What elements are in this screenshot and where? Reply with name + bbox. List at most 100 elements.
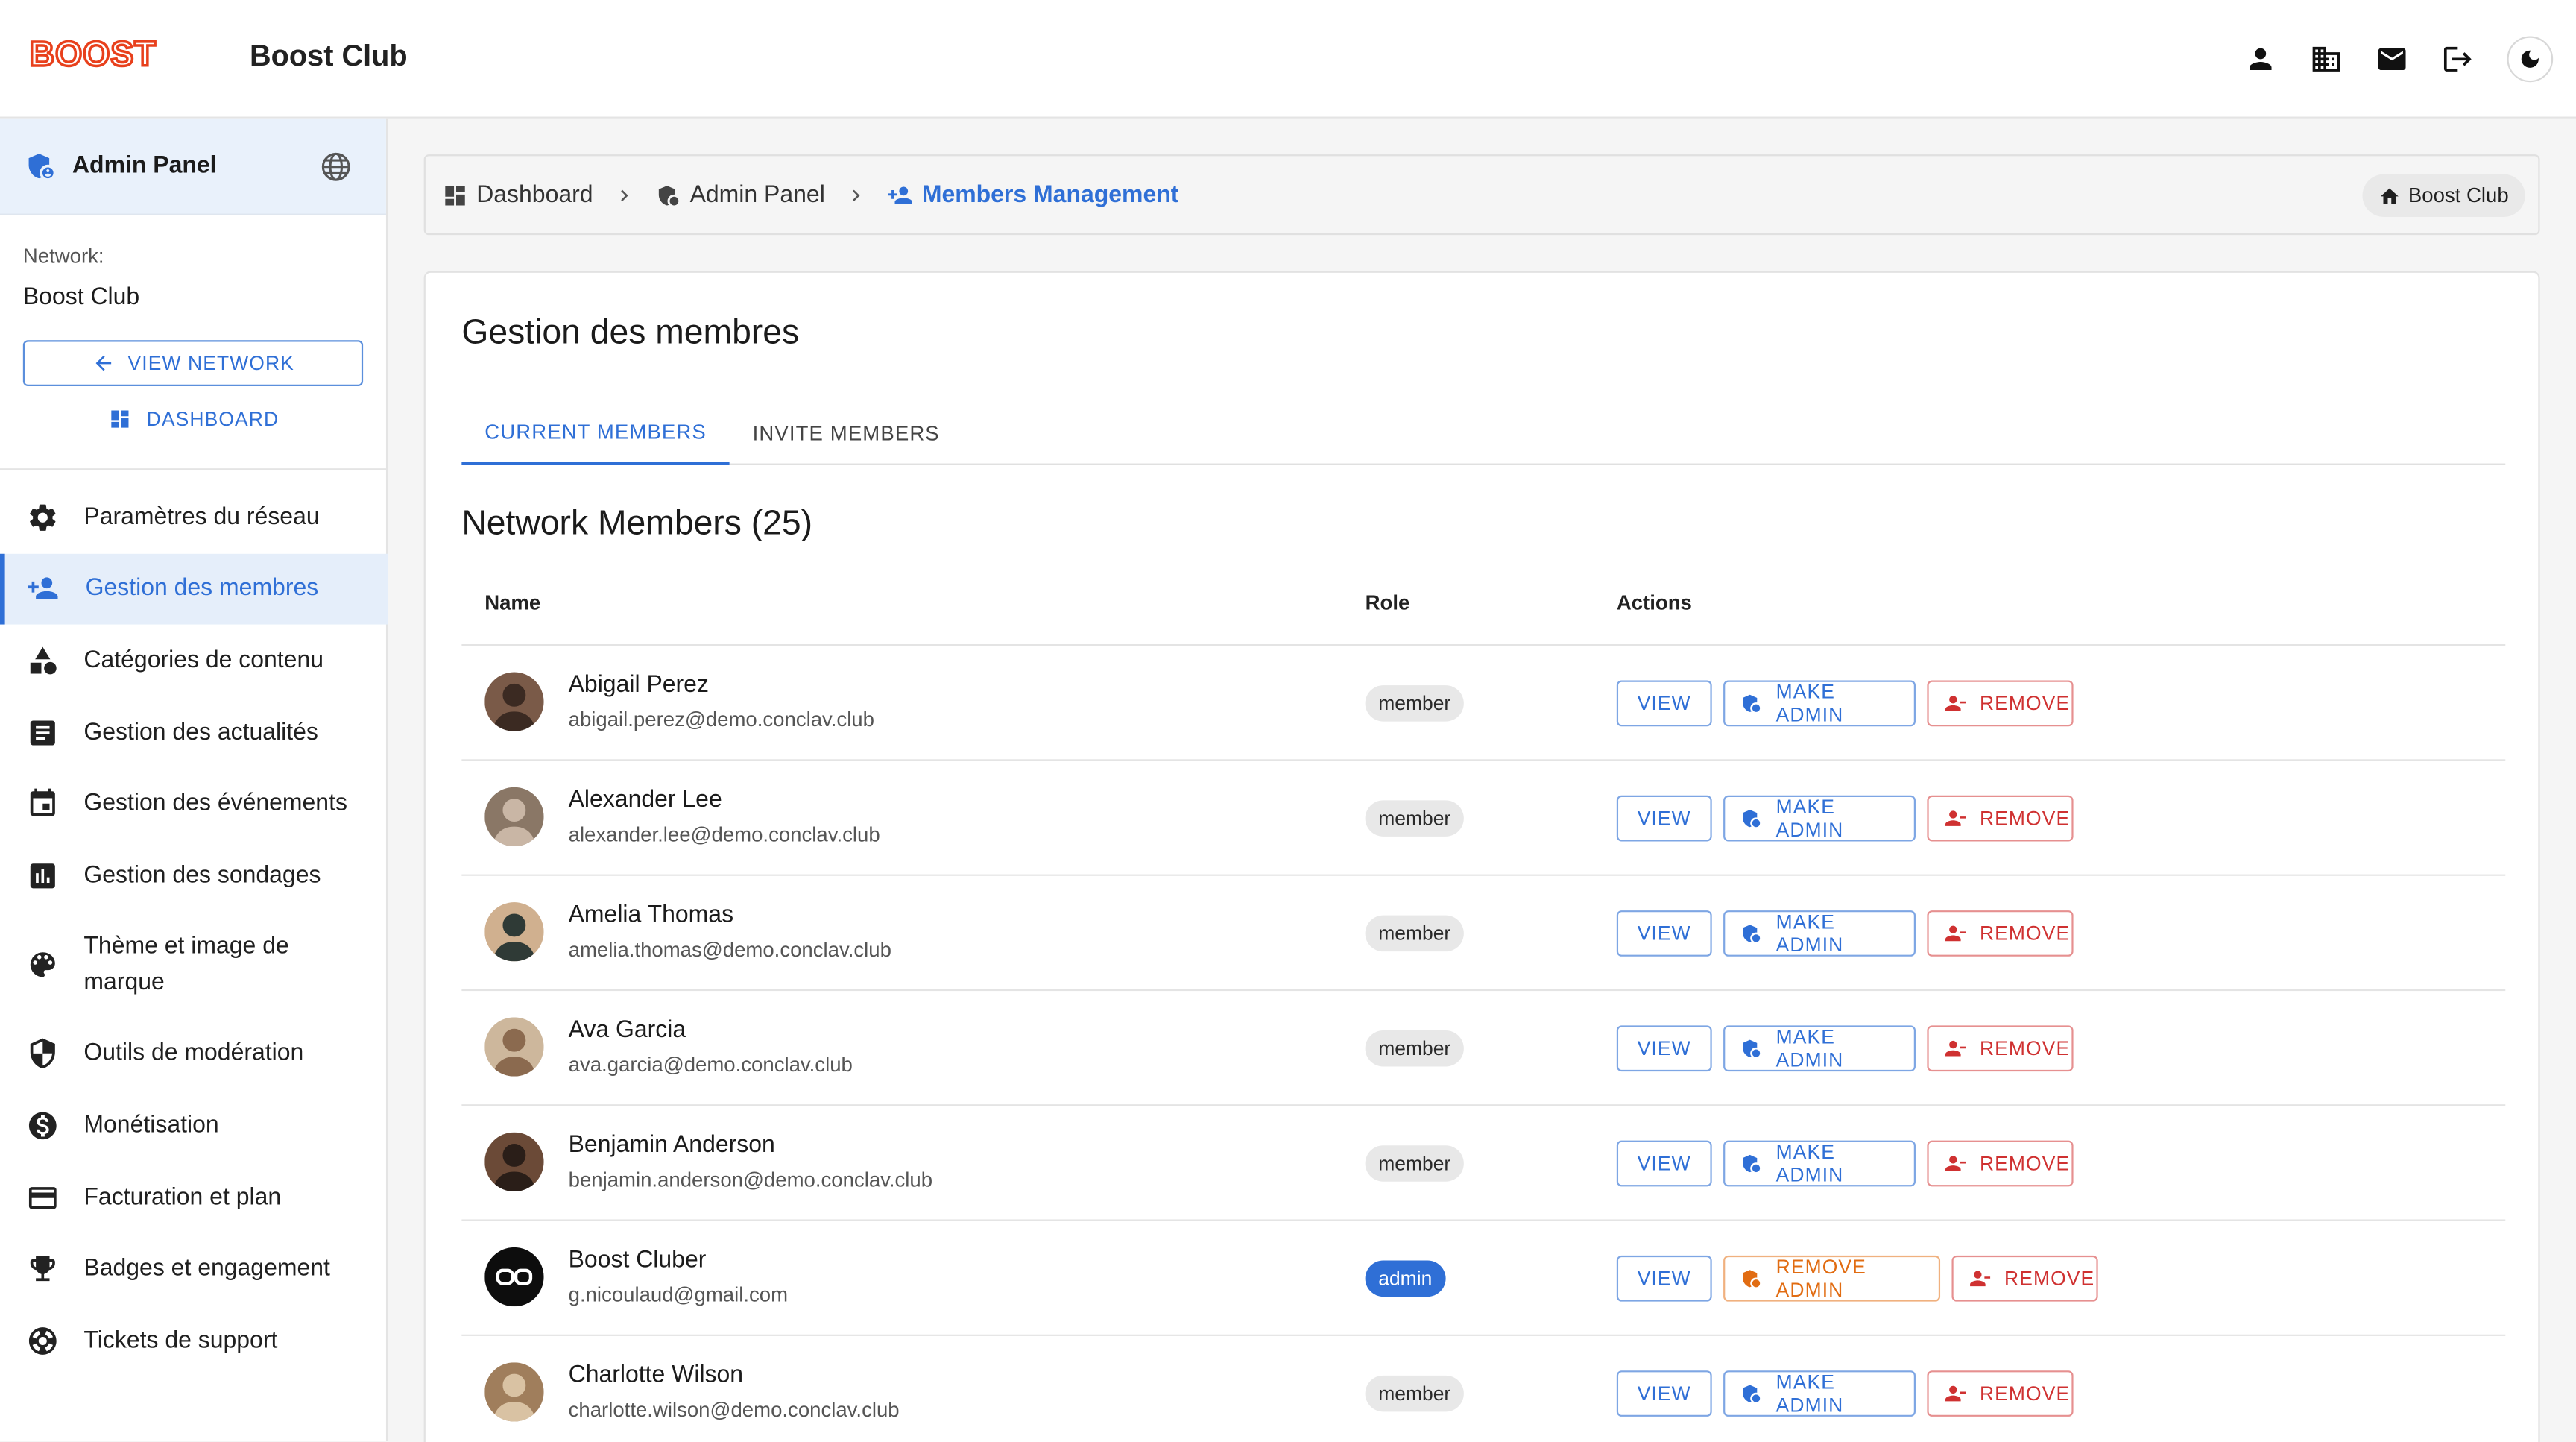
dashboard-icon bbox=[111, 410, 129, 428]
remove-button[interactable]: REMOVE bbox=[1951, 1255, 2098, 1302]
table-row: Alexander Lee alexander.lee@demo.conclav… bbox=[461, 761, 2506, 876]
remove-label: REMOVE bbox=[1979, 1382, 2071, 1405]
member-email: alexander.lee@demo.conclav.club bbox=[568, 823, 880, 847]
view-button[interactable]: VIEW bbox=[1616, 1140, 1712, 1187]
sidebar-item-label: Gestion des événements bbox=[83, 790, 347, 817]
mail-icon[interactable] bbox=[2359, 30, 2425, 89]
chevron-right-icon bbox=[613, 183, 636, 207]
column-header-name: Name bbox=[484, 591, 541, 615]
tab-invite-members[interactable]: INVITE MEMBERS bbox=[730, 401, 963, 465]
app-root: BOOST Boost Club Admin Panel Network: Bo… bbox=[0, 0, 2576, 1442]
admin-shield-icon bbox=[1740, 692, 1775, 715]
boost-logo[interactable]: BOOST bbox=[30, 40, 198, 69]
person-icon[interactable] bbox=[2228, 30, 2294, 89]
page-title: Gestion des membres bbox=[461, 313, 800, 352]
avatar bbox=[484, 1017, 544, 1077]
remove-label: REMOVE bbox=[1979, 691, 2071, 715]
view-network-button[interactable]: VIEW NETWORK bbox=[22, 340, 364, 386]
remove-button[interactable]: REMOVE bbox=[1927, 910, 2074, 957]
make-admin-label: MAKE ADMIN bbox=[1775, 910, 1844, 957]
make-admin-button[interactable]: MAKE ADMIN bbox=[1723, 680, 1916, 727]
view-button[interactable]: VIEW bbox=[1616, 910, 1712, 957]
sidebar-item-support[interactable]: Tickets de support bbox=[0, 1305, 388, 1376]
member-email: abigail.perez@demo.conclav.club bbox=[568, 708, 874, 731]
table-row: Abigail Perez abigail.perez@demo.conclav… bbox=[461, 646, 2506, 761]
palette-icon bbox=[30, 952, 55, 977]
tab-current-members[interactable]: CURRENT MEMBERS bbox=[461, 401, 730, 465]
building-icon[interactable] bbox=[2294, 30, 2359, 89]
sidebar-item-label: Gestion des sondages bbox=[83, 862, 321, 889]
table-row: Benjamin Anderson benjamin.anderson@demo… bbox=[461, 1106, 2506, 1221]
top-app-bar: BOOST Boost Club bbox=[0, 0, 2576, 119]
sidebar-item-label: Badges et engagement bbox=[83, 1256, 330, 1282]
make-admin-button[interactable]: MAKE ADMIN bbox=[1723, 1370, 1916, 1417]
sidebar-item-label: Gestion des membres bbox=[85, 576, 319, 602]
view-button-label: VIEW bbox=[1637, 1152, 1691, 1175]
sidebar-item-members[interactable]: Gestion des membres bbox=[0, 552, 388, 625]
view-button[interactable]: VIEW bbox=[1616, 680, 1712, 727]
person-remove-icon bbox=[1969, 1267, 2004, 1290]
remove-button[interactable]: REMOVE bbox=[1927, 1370, 2074, 1417]
sidebar-item-moderation[interactable]: Outils de modération bbox=[0, 1018, 388, 1090]
make-admin-button[interactable]: MAKE ADMIN bbox=[1723, 1140, 1916, 1187]
sidebar-title: Admin Panel bbox=[72, 152, 217, 180]
member-name: Abigail Perez bbox=[568, 672, 709, 699]
view-button-label: VIEW bbox=[1637, 807, 1691, 831]
sidebar-divider bbox=[0, 468, 388, 470]
remove-admin-button[interactable]: REMOVE ADMIN bbox=[1723, 1255, 1941, 1302]
view-button[interactable]: VIEW bbox=[1616, 795, 1712, 842]
role-badge: admin bbox=[1365, 1260, 1445, 1297]
credit-card-icon bbox=[28, 1186, 57, 1209]
view-button[interactable]: VIEW bbox=[1616, 1025, 1712, 1072]
remove-button[interactable]: REMOVE bbox=[1927, 1025, 2074, 1072]
view-button-label: VIEW bbox=[1637, 1036, 1691, 1060]
theme-toggle-icon[interactable] bbox=[2507, 36, 2554, 83]
make-admin-button[interactable]: MAKE ADMIN bbox=[1723, 910, 1916, 957]
breadcrumb-dashboard[interactable]: Dashboard bbox=[442, 182, 593, 208]
view-button[interactable]: VIEW bbox=[1616, 1255, 1712, 1302]
globe-icon[interactable] bbox=[319, 150, 353, 184]
poll-icon bbox=[30, 863, 55, 888]
admin-shield-icon bbox=[25, 150, 57, 183]
member-email: charlotte.wilson@demo.conclav.club bbox=[568, 1398, 900, 1422]
view-button[interactable]: VIEW bbox=[1616, 1370, 1712, 1417]
avatar bbox=[484, 902, 544, 962]
person-remove-icon bbox=[1943, 692, 1979, 715]
remove-button[interactable]: REMOVE bbox=[1927, 795, 2074, 842]
sidebar-item-content-categories[interactable]: Catégories de contenu bbox=[0, 625, 388, 696]
person-remove-icon bbox=[1943, 1037, 1979, 1060]
role-badge: member bbox=[1365, 685, 1464, 722]
breadcrumb-admin-panel[interactable]: Admin Panel bbox=[655, 182, 825, 208]
make-admin-label: MAKE ADMIN bbox=[1775, 1025, 1844, 1072]
breadcrumb-dashboard-label: Dashboard bbox=[476, 181, 593, 208]
app-title: Boost Club bbox=[250, 39, 408, 72]
breadcrumb-current-label: Members Management bbox=[921, 181, 1179, 208]
sidebar-item-billing[interactable]: Facturation et plan bbox=[0, 1162, 388, 1233]
club-chip[interactable]: Boost Club bbox=[2362, 174, 2525, 217]
make-admin-button[interactable]: MAKE ADMIN bbox=[1723, 795, 1916, 842]
table-row: Charlotte Wilson charlotte.wilson@demo.c… bbox=[461, 1336, 2505, 1442]
dashboard-link[interactable]: DASHBOARD bbox=[0, 408, 388, 430]
sidebar-item-events[interactable]: Gestion des événements bbox=[0, 768, 388, 840]
make-admin-button[interactable]: MAKE ADMIN bbox=[1723, 1025, 1916, 1072]
avatar bbox=[484, 1132, 544, 1191]
sidebar-item-network-settings[interactable]: Paramètres du réseau bbox=[0, 482, 388, 553]
money-icon bbox=[28, 1112, 57, 1140]
sidebar-item-label: Thème et image de marque bbox=[83, 933, 289, 996]
remove-button[interactable]: REMOVE bbox=[1927, 680, 2074, 727]
breadcrumb-members-management: Members Management bbox=[888, 181, 1179, 208]
sidebar-item-badges[interactable]: Badges et engagement bbox=[0, 1233, 388, 1305]
remove-label: REMOVE bbox=[2004, 1267, 2095, 1291]
remove-button[interactable]: REMOVE bbox=[1927, 1140, 2074, 1187]
sidebar-item-news[interactable]: Gestion des actualités bbox=[0, 696, 388, 768]
table-row: Amelia Thomas amelia.thomas@demo.conclav… bbox=[461, 876, 2506, 992]
breadcrumb: Dashboard Admin Panel Members Management… bbox=[423, 154, 2540, 236]
avatar bbox=[484, 787, 544, 847]
sidebar-item-monetization[interactable]: Monétisation bbox=[0, 1090, 388, 1162]
sidebar-item-polls[interactable]: Gestion des sondages bbox=[0, 840, 388, 911]
sidebar-item-theme[interactable]: Thème et image de marque bbox=[0, 911, 388, 1018]
article-icon bbox=[30, 720, 55, 745]
logout-icon[interactable] bbox=[2425, 30, 2490, 89]
chevron-right-icon bbox=[845, 183, 868, 207]
home-icon bbox=[2380, 187, 2399, 203]
